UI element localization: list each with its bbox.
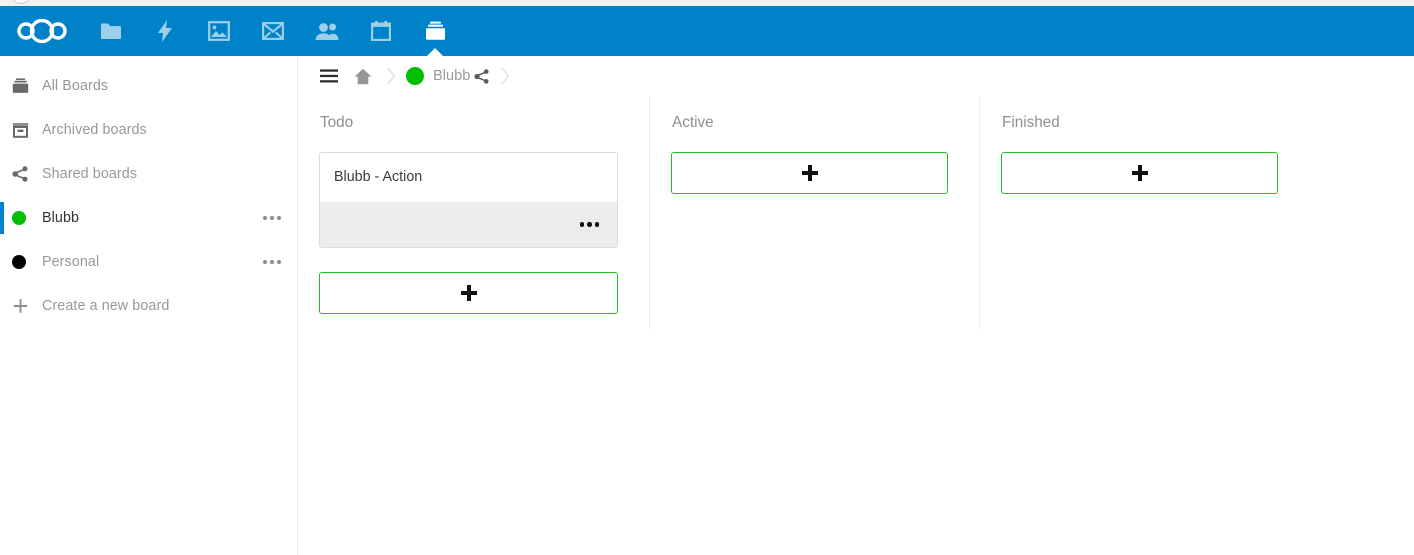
board-stacks: Todo Blubb - Action Active Finished [299,96,1414,330]
sidebar-item-label: Blubb [42,210,80,226]
deck-icon [12,78,42,94]
card[interactable]: Blubb - Action [319,152,618,248]
add-card-button-finished[interactable] [1001,152,1278,194]
board-actions-menu-button[interactable] [261,254,283,270]
sidebar-item-board-personal[interactable]: Personal [0,240,297,284]
board-actions-menu-button[interactable] [261,210,283,226]
breadcrumb-separator-icon [380,67,402,85]
sidebar-item-label: Personal [42,254,100,270]
deck-app-icon[interactable] [408,6,462,57]
plus-icon [1131,165,1148,181]
breadcrumb-separator-icon [494,67,516,85]
calendar-app-icon[interactable] [354,6,408,56]
sidebar-item-board-blubb[interactable]: Blubb [0,196,297,240]
sidebar-item-label: Shared boards [42,166,138,182]
stack-divider [649,96,650,330]
activity-app-icon[interactable] [138,6,192,56]
hamburger-icon[interactable] [312,59,346,93]
sidebar-item-label: All Boards [42,78,109,94]
card-actions-menu-button[interactable] [578,216,602,233]
sidebar-item-create-board[interactable]: Create a new board [0,284,297,328]
card-title: Blubb - Action [320,153,617,202]
app-header [0,6,1414,57]
mail-app-icon[interactable] [246,6,300,56]
breadcrumb-board-name: Blubb [433,68,471,84]
files-app-icon[interactable] [84,6,138,56]
archive-icon [12,122,42,138]
stack-title: Todo [320,114,354,131]
add-card-button-active[interactable] [671,152,948,194]
nextcloud-logo[interactable] [0,6,84,56]
stack-todo: Todo Blubb - Action [319,114,649,314]
sidebar-item-label: Archived boards [42,122,147,138]
board-color-dot-icon [12,255,42,269]
home-icon[interactable] [346,59,380,93]
add-card-button-todo[interactable] [319,272,618,314]
sidebar-item-label: Create a new board [42,298,170,314]
plus-icon [460,285,477,301]
stack-title: Finished [1002,114,1060,131]
sidebar-item-all-boards[interactable]: All Boards [0,64,297,108]
app-navigation-sidebar: All Boards Archived boards Shared boards [0,56,298,555]
contacts-app-icon[interactable] [300,6,354,56]
stack-title: Active [672,114,714,131]
board-color-dot-icon [12,211,42,225]
sidebar-item-archived-boards[interactable]: Archived boards [0,108,297,152]
stack-active: Active [649,96,979,330]
partial-tab-circle [12,0,30,4]
board-color-dot-icon [406,67,424,85]
photos-app-icon[interactable] [192,6,246,56]
breadcrumb: Blubb [299,56,1414,96]
sidebar-item-shared-boards[interactable]: Shared boards [0,152,297,196]
card-footer [320,202,617,247]
plus-icon [801,165,818,181]
main-content: Blubb Todo Blubb - Action Active Finishe… [299,56,1414,555]
breadcrumb-board[interactable]: Blubb [402,67,470,85]
stack-divider [979,96,980,330]
plus-icon [12,298,42,314]
share-icon[interactable] [470,68,494,84]
share-icon [12,166,42,182]
stack-finished: Finished [979,96,1309,330]
